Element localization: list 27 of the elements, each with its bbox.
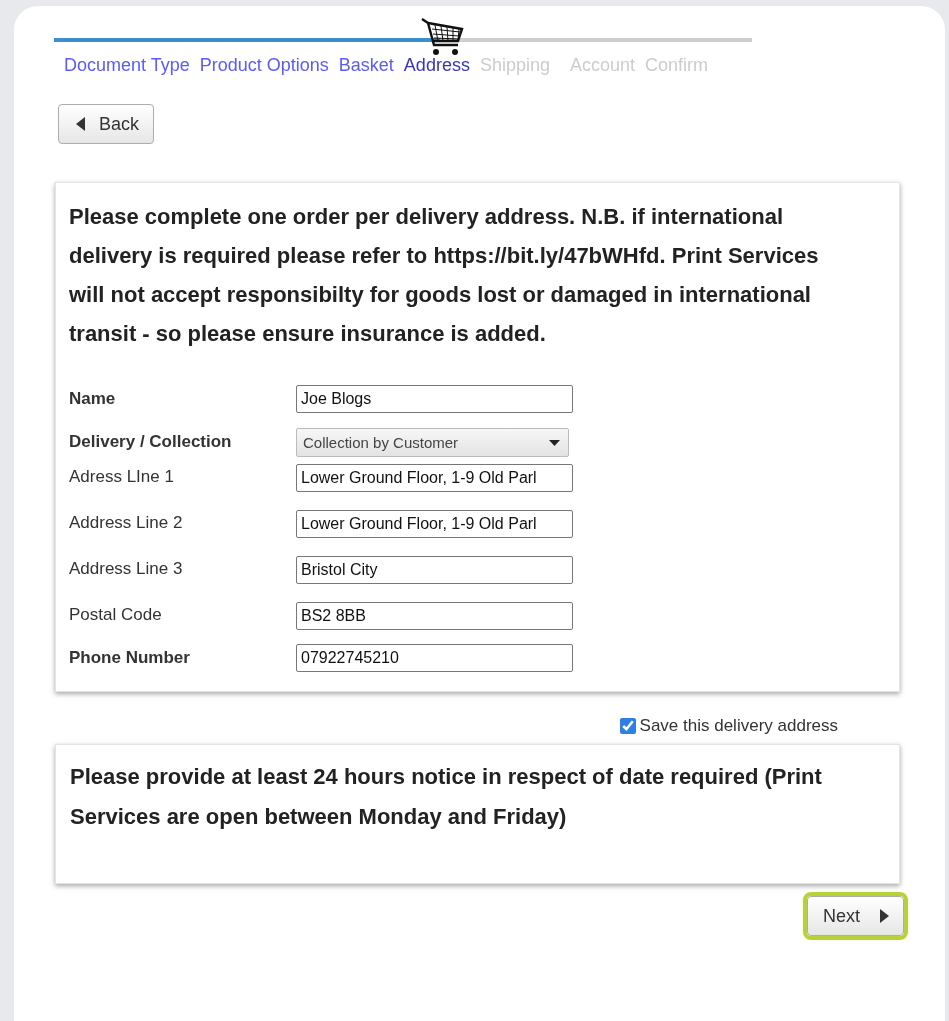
field-label: Address Line 3: [69, 558, 184, 579]
shopping-cart-icon: [420, 17, 464, 57]
field-label: Address Line 2: [69, 512, 184, 533]
checkbox[interactable]: [619, 718, 636, 734]
field-label: Name: [69, 389, 117, 409]
text-field[interactable]: Joe Blogs: [296, 385, 573, 413]
right-triangle-icon: [880, 909, 889, 923]
back-button[interactable]: Back: [58, 104, 155, 144]
notice-text: Please provide at least 24 hours notice in respect of date required (Print Services are open between Monday and Friday): [70, 763, 823, 831]
field-label: Delivery / Collection: [69, 432, 233, 452]
text-field[interactable]: Bristol City: [296, 556, 573, 584]
field-label: Phone Number: [69, 648, 191, 668]
field-label: Postal Code: [69, 604, 163, 625]
step-link[interactable]: Document Type: [64, 55, 190, 76]
step-link[interactable]: Address: [403, 55, 470, 76]
text-field[interactable]: 07922745210: [296, 644, 573, 672]
step-link[interactable]: Basket: [338, 55, 394, 76]
field-label: Adress LIne 1: [69, 466, 175, 487]
notice-text: Please complete one order per delivery address. N.B. if international delivery is required please refer to https://bit.ly/47bWHfd. Print Services will not accept responsibilty for goods lost or damaged in international transit - so please ensure insurance is added.: [69, 203, 820, 348]
caret-icon: [549, 439, 560, 446]
text-field[interactable]: BS2 8BB: [296, 602, 573, 630]
checkbox-label: Save this delivery address: [639, 716, 838, 736]
text-field[interactable]: Lower Ground Floor, 1-9 Old Parl: [296, 464, 573, 492]
text-field[interactable]: Lower Ground Floor, 1-9 Old Parl: [296, 510, 573, 538]
step-link[interactable]: Product Options: [199, 55, 329, 76]
dropdown[interactable]: Collection by Customer: [296, 428, 569, 457]
left-triangle-icon: [76, 117, 85, 131]
